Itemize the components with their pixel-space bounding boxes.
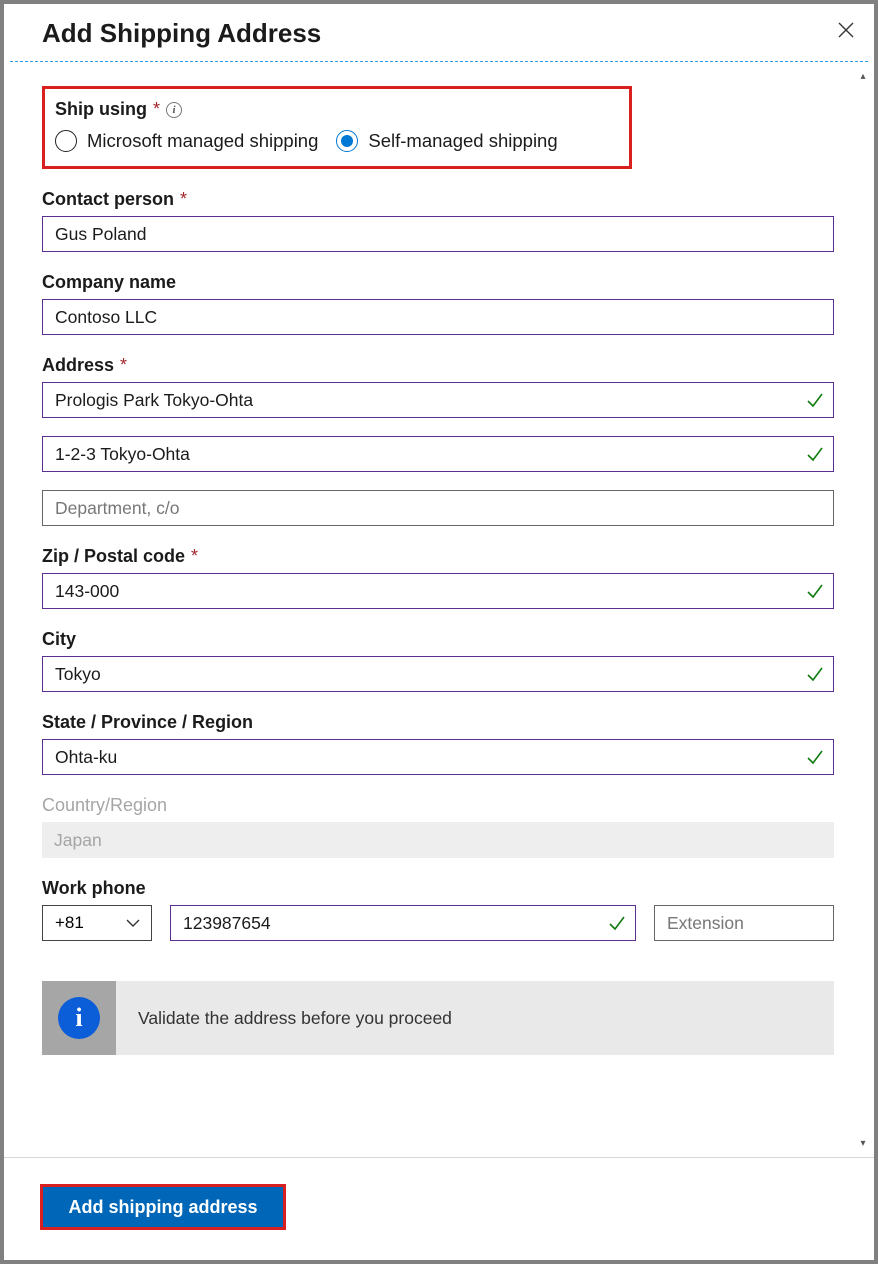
form-scroll-area: ▴ ▾ Ship using * i Microsoft managed shi… [4, 62, 874, 1157]
address-label: Address* [42, 355, 834, 376]
radio-unchecked-icon [55, 130, 77, 152]
panel-footer: Add shipping address [4, 1157, 874, 1260]
banner-message: Validate the address before you proceed [116, 981, 452, 1055]
radio-label-self: Self-managed shipping [368, 130, 557, 152]
submit-highlight: Add shipping address [40, 1184, 286, 1230]
contact-person-label: Contact person* [42, 189, 834, 210]
radio-microsoft-managed[interactable]: Microsoft managed shipping [55, 130, 318, 152]
checkmark-icon [806, 748, 824, 766]
scroll-up-arrow-icon[interactable]: ▴ [855, 68, 871, 84]
country-label: Country/Region [42, 795, 834, 816]
vertical-scrollbar[interactable]: ▴ ▾ [855, 68, 871, 1151]
panel-title: Add Shipping Address [42, 18, 321, 49]
radio-self-managed[interactable]: Self-managed shipping [336, 130, 557, 152]
radio-checked-icon [336, 130, 358, 152]
add-shipping-address-panel: Add Shipping Address ▴ ▾ Ship using * i … [4, 4, 874, 1260]
add-shipping-address-button[interactable]: Add shipping address [43, 1187, 283, 1227]
info-icon: i [58, 997, 100, 1039]
required-asterisk: * [153, 99, 160, 120]
company-name-label: Company name [42, 272, 834, 293]
info-icon-box: i [42, 981, 116, 1055]
radio-label-managed: Microsoft managed shipping [87, 130, 318, 152]
checkmark-icon [806, 391, 824, 409]
phone-country-code-dropdown[interactable]: +81 [42, 905, 152, 941]
work-phone-label: Work phone [42, 878, 834, 899]
ship-using-section: Ship using * i Microsoft managed shippin… [42, 86, 632, 169]
address-line2-input[interactable] [42, 436, 834, 472]
ship-using-label: Ship using * i [55, 99, 613, 120]
address-line3-input[interactable] [42, 490, 834, 526]
address-line1-input[interactable] [42, 382, 834, 418]
zip-label: Zip / Postal code* [42, 546, 834, 567]
required-asterisk: * [180, 189, 187, 210]
ship-using-text: Ship using [55, 99, 147, 120]
panel-header: Add Shipping Address [4, 4, 874, 61]
required-asterisk: * [191, 546, 198, 567]
country-input [42, 822, 834, 858]
company-name-input[interactable] [42, 299, 834, 335]
zip-input[interactable] [42, 573, 834, 609]
phone-extension-input[interactable] [654, 905, 834, 941]
chevron-down-icon [125, 915, 141, 931]
city-label: City [42, 629, 834, 650]
checkmark-icon [608, 914, 626, 932]
phone-country-code-value: +81 [55, 913, 84, 933]
checkmark-icon [806, 445, 824, 463]
checkmark-icon [806, 665, 824, 683]
checkmark-icon [806, 582, 824, 600]
phone-number-input[interactable] [170, 905, 636, 941]
state-input[interactable] [42, 739, 834, 775]
city-input[interactable] [42, 656, 834, 692]
contact-person-input[interactable] [42, 216, 834, 252]
close-button[interactable] [834, 18, 858, 42]
close-icon [837, 21, 855, 39]
scroll-down-arrow-icon[interactable]: ▾ [855, 1135, 871, 1151]
required-asterisk: * [120, 355, 127, 376]
state-label: State / Province / Region [42, 712, 834, 733]
validate-address-banner: i Validate the address before you procee… [42, 981, 834, 1055]
info-icon[interactable]: i [166, 102, 182, 118]
